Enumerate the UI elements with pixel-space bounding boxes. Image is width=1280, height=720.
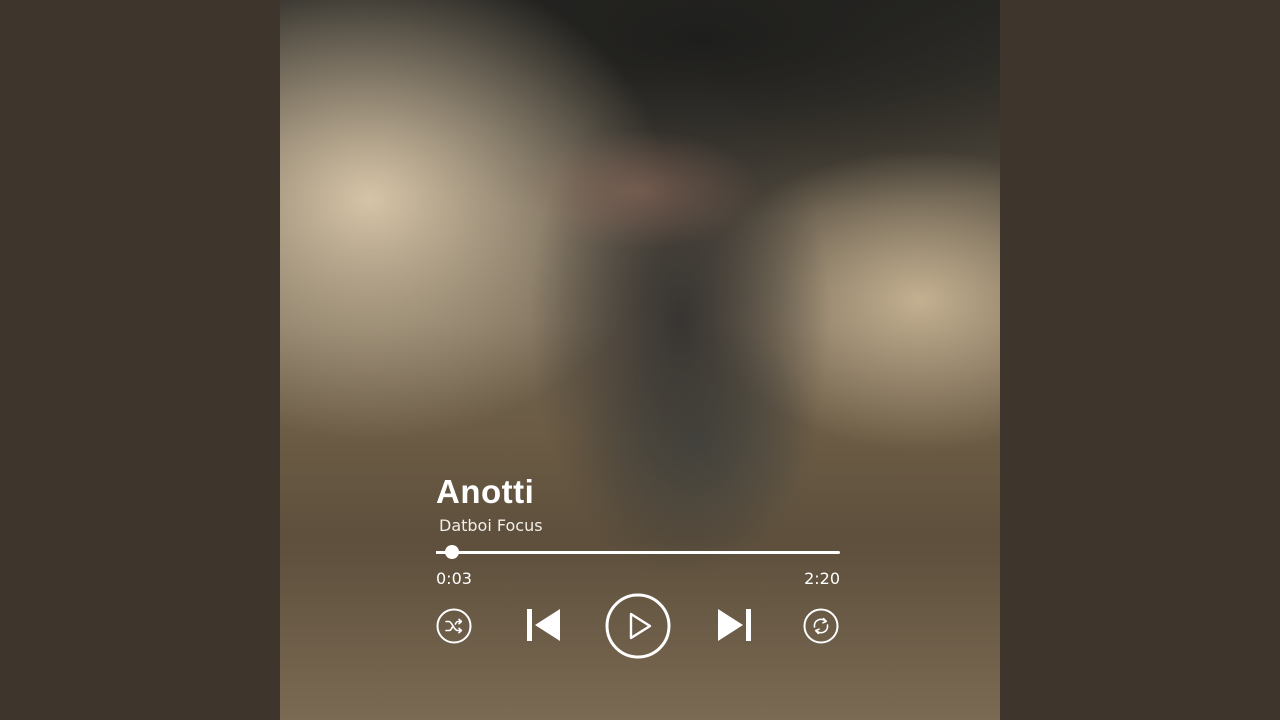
repeat-button[interactable] [803,608,839,644]
shuffle-button[interactable] [436,608,472,644]
song-title: Anotti [436,473,535,510]
progress-bar[interactable] [436,545,840,559]
play-button[interactable] [605,593,671,659]
artist-name: Datboi Focus [439,516,543,535]
repeat-icon [803,608,839,644]
shuffle-icon [436,608,472,644]
play-icon [605,593,671,659]
progress-fill [436,551,445,554]
playback-controls [436,592,840,659]
skip-previous-icon [527,609,560,641]
skip-next-icon [718,609,751,641]
total-time: 2:20 [804,569,840,588]
album-cover: Anotti Datboi Focus 0:03 2:20 [280,0,1000,720]
next-track-button[interactable] [712,606,756,644]
progress-knob[interactable] [444,545,459,559]
elapsed-time: 0:03 [436,569,472,588]
previous-track-button[interactable] [522,606,566,644]
video-frame: Anotti Datboi Focus 0:03 2:20 [0,0,1280,720]
